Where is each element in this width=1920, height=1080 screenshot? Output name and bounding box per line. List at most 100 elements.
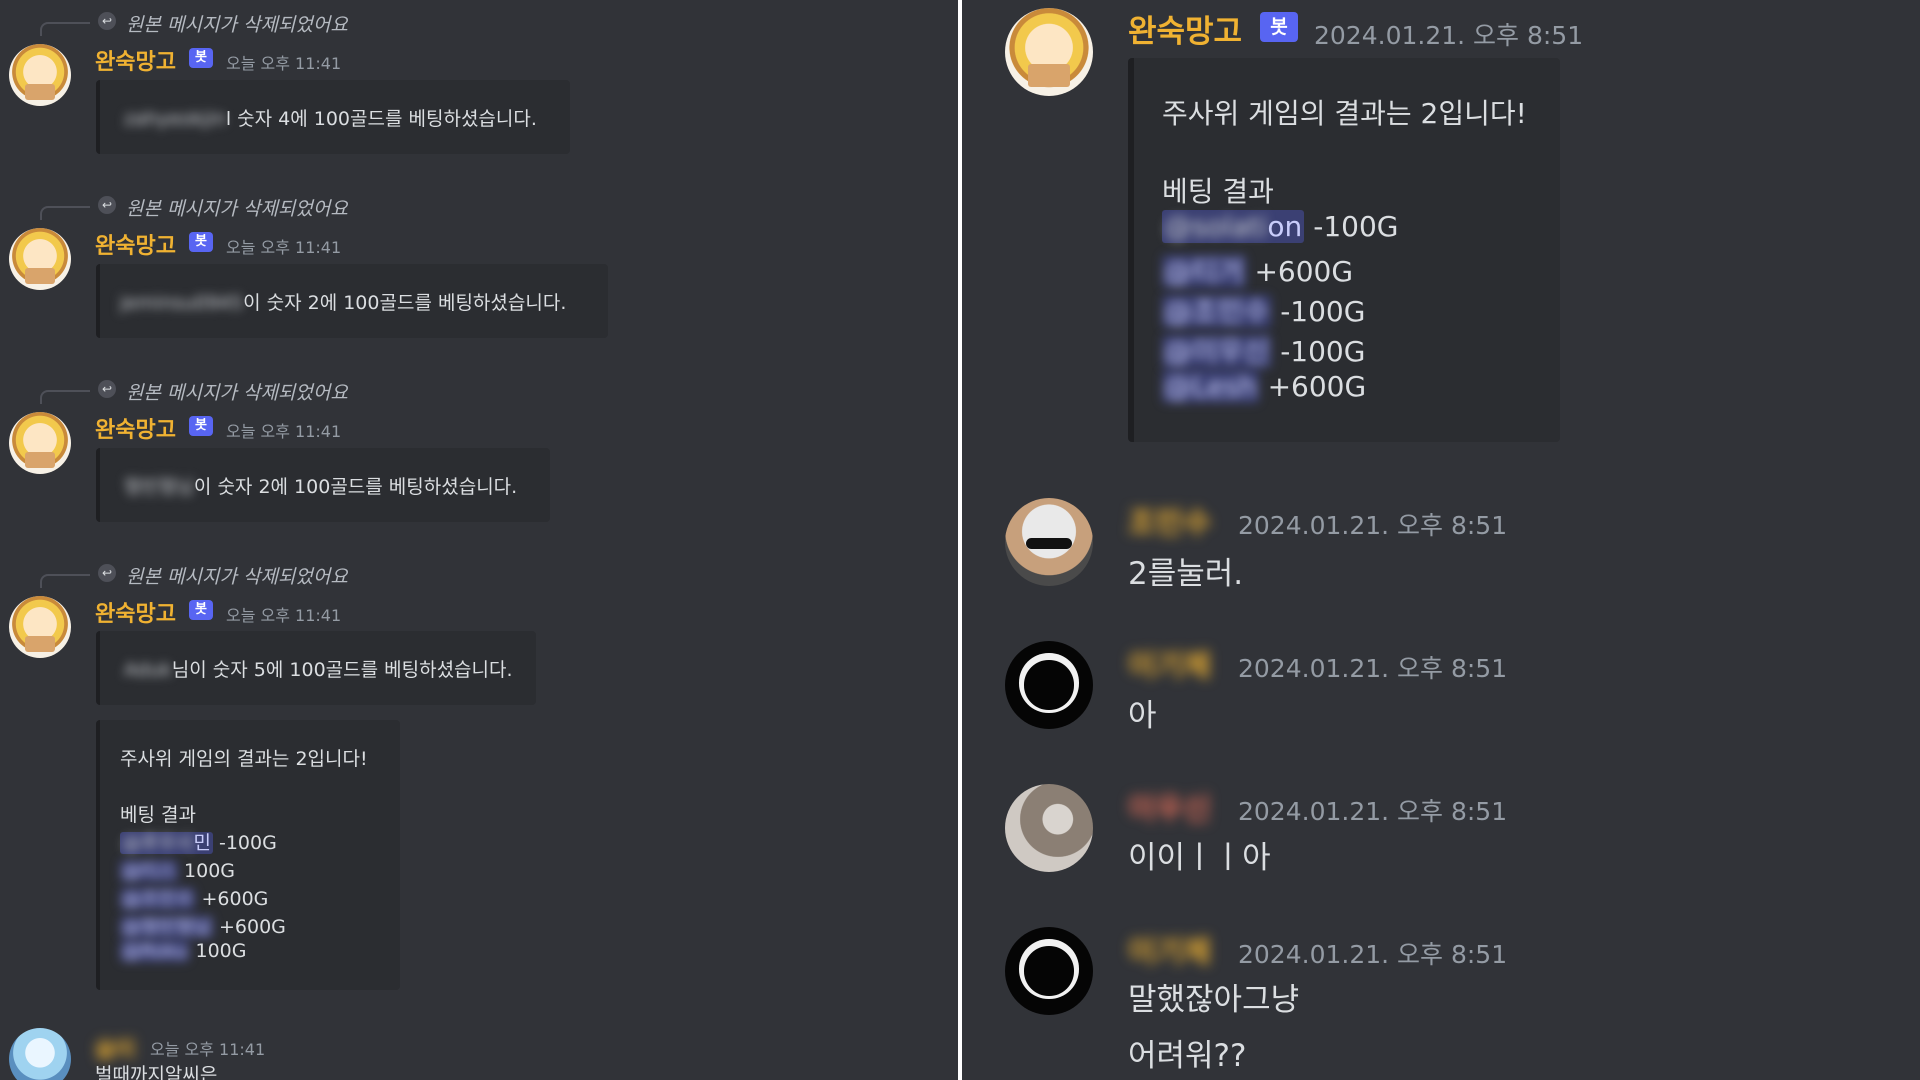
timestamp: 2024.01.21. 오후 8:51 [1238, 654, 1508, 683]
result-row: @조민수 -100G [1162, 290, 1365, 330]
bot-badge: 봇 [189, 232, 213, 252]
bot-avatar[interactable] [1005, 8, 1093, 96]
bot-avatar[interactable] [9, 228, 71, 290]
author-name[interactable]: 이우신 [1128, 784, 1211, 828]
dice-result-embed: 주사위 게임의 결과는 2입니다! 베팅 결과 @solation -100G … [1128, 58, 1560, 442]
result-subtitle: 베팅 결과 [120, 804, 196, 826]
bot-avatar[interactable] [9, 596, 71, 658]
author-name[interactable]: 이기체 [1128, 641, 1211, 685]
result-amount: 100G [195, 940, 247, 962]
bot-avatar[interactable] [9, 412, 71, 474]
result-amount: +600G [1254, 255, 1354, 288]
blurred-username: jeminsu0945 [120, 292, 244, 314]
blurred-username: Aduk [124, 659, 172, 681]
result-row: @티거 +600G [1162, 250, 1353, 290]
bot-badge: 봇 [189, 600, 213, 620]
user-avatar[interactable] [1005, 784, 1093, 872]
result-row: @후우사민 -100G [120, 828, 277, 855]
timestamp: 오늘 오후 11:41 [226, 606, 342, 625]
author-name[interactable]: 완숙망고 [95, 596, 176, 628]
timestamp: 오늘 오후 11:41 [150, 1040, 266, 1059]
message-text: 말했잖아그냥 [1128, 982, 1300, 1018]
reply-connector [40, 22, 90, 36]
result-title: 주사위 게임의 결과는 2입니다! [1162, 97, 1527, 130]
reply-deleted-text[interactable]: 원본 메시지가 삭제되었어요 [126, 562, 348, 589]
reply-arrow-icon: ↩ [98, 380, 116, 398]
bet-embed: zahyeokjinl 숫자 4에 100골드를 베팅하셨습니다. [96, 80, 570, 154]
result-row: @Roku 100G [120, 940, 246, 962]
author-name[interactable]: 완숙망고 [1128, 6, 1242, 51]
author-name[interactable]: 완숙망고 [95, 412, 176, 444]
user-mention[interactable]: @티스 [120, 860, 178, 882]
user-mention[interactable]: @후우사민 [120, 832, 213, 854]
result-amount: -100G [1313, 210, 1399, 243]
timestamp: 오늘 오후 11:41 [226, 422, 342, 441]
left-chat-panel: ↩ 원본 메시지가 삭제되었어요 완숙망고 봇 오늘 오후 11:41 zahy… [0, 0, 958, 1080]
bot-badge: 봇 [1260, 12, 1298, 42]
timestamp: 오늘 오후 11:41 [226, 238, 342, 257]
result-row: @형빈형님 +600G [120, 912, 286, 939]
reply-arrow-icon: ↩ [98, 196, 116, 214]
result-subtitle: 베팅 결과 [1162, 175, 1274, 208]
author-name[interactable]: 완숙망고 [95, 228, 176, 260]
user-avatar[interactable] [1005, 927, 1093, 1015]
user-avatar[interactable] [9, 1028, 71, 1080]
user-avatar[interactable] [1005, 641, 1093, 729]
author-name[interactable]: 이기체 [1128, 927, 1211, 971]
blurred-username: zahyeokjin [124, 108, 226, 130]
blurred-username: 형빈형님 [124, 476, 194, 498]
bet-text: l 숫자 4에 100골드를 베팅하셨습니다. [225, 108, 537, 130]
result-title: 주사위 게임의 결과는 2입니다! [120, 748, 368, 770]
author-name[interactable]: 완숙망고 [95, 44, 176, 76]
author-name[interactable]: 조민수 [1128, 498, 1211, 542]
user-mention[interactable]: @Roku [120, 940, 190, 962]
result-row: @조민수 +600G [120, 884, 268, 911]
result-row: @solation -100G [1162, 210, 1398, 243]
user-mention[interactable]: @티거 [1162, 255, 1246, 288]
result-amount: 100G [184, 860, 236, 882]
message-text: 이이ㅣㅣ아 [1128, 840, 1271, 876]
user-mention[interactable]: @Lesh [1162, 370, 1259, 403]
message-text: 아 [1128, 698, 1157, 734]
message-text: 벌때까지알씨은 [95, 1064, 218, 1080]
user-mention[interactable]: @이우신 [1162, 335, 1272, 368]
reply-deleted-text[interactable]: 원본 메시지가 삭제되었어요 [126, 194, 348, 221]
bet-embed: jeminsu0945이 숫자 2에 100골드를 베팅하셨습니다. [96, 264, 608, 338]
message-text: 어려워?? [1128, 1038, 1247, 1074]
result-amount: -100G [1280, 295, 1366, 328]
bet-embed: 형빈형님이 숫자 2에 100골드를 베팅하셨습니다. [96, 448, 550, 522]
dice-result-embed: 주사위 게임의 결과는 2입니다! 베팅 결과 @후우사민 -100G @티스 … [96, 720, 400, 990]
result-amount: -100G [218, 832, 277, 854]
bot-badge: 봇 [189, 48, 213, 68]
reply-deleted-text[interactable]: 원본 메시지가 삭제되었어요 [126, 378, 348, 405]
result-amount: +600G [201, 888, 269, 910]
result-row: @티스 100G [120, 856, 235, 883]
result-amount: +600G [218, 916, 286, 938]
timestamp: 2024.01.21. 오후 8:51 [1238, 940, 1508, 969]
timestamp: 2024.01.21. 오후 8:51 [1238, 511, 1508, 540]
message-text: 2를눌러. [1128, 556, 1244, 592]
bet-embed: Aduk님이 숫자 5에 100골드를 베팅하셨습니다. [96, 631, 536, 705]
right-chat-panel: 완숙망고 봇 2024.01.21. 오후 8:51 주사위 게임의 결과는 2… [962, 0, 1920, 1080]
reply-deleted-text[interactable]: 원본 메시지가 삭제되었어요 [126, 10, 348, 37]
reply-connector [40, 390, 90, 404]
user-mention[interactable]: @조민수 [1162, 295, 1272, 328]
user-mention[interactable]: @조민수 [120, 888, 196, 910]
result-row: @Lesh +600G [1162, 370, 1366, 403]
reply-arrow-icon: ↩ [98, 12, 116, 30]
reply-connector [40, 574, 90, 588]
bot-avatar[interactable] [9, 44, 71, 106]
timestamp: 2024.01.21. 오후 8:51 [1314, 21, 1584, 50]
bet-text: 이 숫자 2에 100골드를 베팅하셨습니다. [243, 292, 567, 314]
user-avatar[interactable] [1005, 498, 1093, 586]
reply-arrow-icon: ↩ [98, 564, 116, 582]
bet-text: 님이 숫자 5에 100골드를 베팅하셨습니다. [171, 659, 513, 681]
timestamp: 오늘 오후 11:41 [226, 54, 342, 73]
bet-text: 이 숫자 2에 100골드를 베팅하셨습니다. [193, 476, 518, 498]
user-mention[interactable]: @형빈형님 [120, 916, 213, 938]
result-amount: +600G [1267, 370, 1367, 403]
result-row: @이우신 -100G [1162, 330, 1365, 370]
reply-connector [40, 206, 90, 220]
result-amount: -100G [1280, 335, 1366, 368]
user-mention[interactable]: @solation [1162, 210, 1305, 243]
